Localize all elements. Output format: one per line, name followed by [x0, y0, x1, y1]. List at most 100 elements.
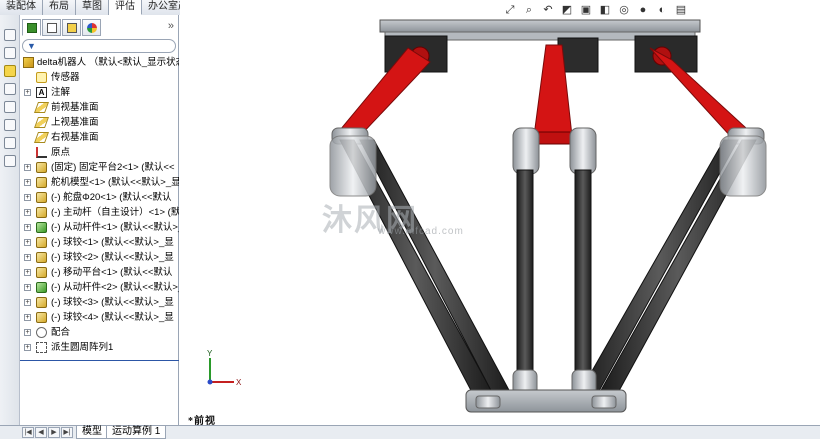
mate-icon [36, 327, 47, 338]
assembly-icon [23, 57, 34, 68]
triad-y-label: Y [207, 349, 213, 358]
tree-item-label: (-) 球铰<1> (默认<<默认>_显 [51, 237, 174, 248]
tree-item[interactable]: 上视基准面 [20, 115, 179, 130]
tab-model[interactable]: 模型 [76, 426, 108, 439]
tree-item-label: (-) 主动杆（自主设计）<1> (默 [51, 207, 179, 218]
view-palette-icon[interactable] [4, 101, 16, 113]
expand-toggle[interactable]: + [24, 344, 31, 351]
part-icon [36, 207, 47, 218]
expand-toggle[interactable]: + [24, 314, 31, 321]
tree-item[interactable]: 原点 [20, 145, 179, 160]
expand-toggle[interactable]: + [24, 239, 31, 246]
tree-item-label: 传感器 [51, 72, 80, 83]
part-green-icon [36, 222, 47, 233]
tree-item-label: (-) 球铰<4> (默认<<默认>_显 [51, 312, 174, 323]
part-icon [36, 312, 47, 323]
tree-item[interactable]: 右视基准面 [20, 130, 179, 145]
tree-item[interactable]: delta机器人 （默认<默认_显示状态 [20, 55, 179, 70]
tree-item-label: 舵机模型<1> (默认<<默认>_显 [51, 177, 179, 188]
appearances-icon[interactable] [4, 119, 16, 131]
forum-icon[interactable] [4, 155, 16, 167]
tree-item[interactable]: + (-) 从动杆件<1> (默认<<默认>_显 [20, 220, 179, 235]
expand-toggle[interactable]: + [24, 209, 31, 216]
triad-z-axis [207, 379, 213, 385]
rod-right-b [579, 139, 739, 401]
plane-icon [33, 102, 50, 113]
tab-motion-study[interactable]: 运动算例 1 [106, 426, 167, 439]
elbow-joint-center-a [512, 127, 540, 175]
expand-toggle[interactable]: + [24, 284, 31, 291]
tree-item[interactable]: + (-) 球铰<4> (默认<<默认>_显 [20, 310, 179, 325]
expand-toggle[interactable]: + [24, 269, 31, 276]
last-tab-icon[interactable]: ▶| [61, 427, 73, 438]
tree-item[interactable]: 传感器 [20, 70, 179, 85]
tree-item[interactable]: + (-) 主动杆（自主设计）<1> (默 [20, 205, 179, 220]
tree-item[interactable]: + 舵机模型<1> (默认<<默认>_显 [20, 175, 179, 190]
tree-item[interactable]: + 派生圆周阵列1 [20, 340, 179, 355]
resources-icon[interactable] [4, 29, 16, 41]
tree-item[interactable]: + (-) 球铰<3> (默认<<默认>_显 [20, 295, 179, 310]
expand-toggle[interactable]: + [24, 329, 31, 336]
expand-toggle[interactable]: + [24, 224, 31, 231]
elbow-joint-center-b [569, 127, 597, 175]
expand-toggle[interactable]: + [24, 89, 31, 96]
plane-icon [33, 117, 50, 128]
feature-manager-tab[interactable] [22, 19, 41, 36]
tree-item[interactable]: + (-) 移动平台<1> (默认<<默认 [20, 265, 179, 280]
tree-item-label: 原点 [51, 147, 71, 158]
tree-item-label: 派生圆周阵列1 [51, 342, 114, 353]
annotation-icon: A [36, 87, 47, 98]
tree-item[interactable]: + (固定) 固定平台2<1> (默认<< [20, 160, 179, 175]
tree-filter-input[interactable]: ▼ [22, 39, 176, 53]
first-tab-icon[interactable]: |◀ [22, 427, 34, 438]
custom-properties-icon[interactable] [4, 137, 16, 149]
part-icon [36, 267, 47, 278]
part-icon [36, 252, 47, 263]
search-icon[interactable] [4, 83, 16, 95]
rod-center-b [574, 169, 592, 381]
tree-item-label: (-) 球铰<3> (默认<<默认>_显 [51, 297, 174, 308]
tree-item-label: delta机器人 （默认<默认_显示状态 [37, 57, 179, 68]
tree-item[interactable]: + A 注解 [20, 85, 179, 100]
fixed-platform [379, 19, 701, 33]
part-icon [36, 297, 47, 308]
tree-item[interactable]: 前视基准面 [20, 100, 179, 115]
part-icon [36, 237, 47, 248]
command-tab[interactable]: 评估 [109, 0, 142, 15]
tree-item[interactable]: + (-) 球铰<2> (默认<<默认>_显 [20, 250, 179, 265]
bottom-tab-bar: |◀ ◀ ▶ ▶| 模型 运动算例 1 [0, 425, 820, 439]
configuration-manager-tab[interactable] [62, 19, 81, 36]
expand-toggle[interactable]: + [24, 254, 31, 261]
feature-manager-panel: » ▼ delta机器人 （默认<默认_显示状态 传感器 + A 注解 前视基准面 上视基准… [20, 15, 179, 425]
configuration-icon [66, 22, 77, 33]
expand-toggle[interactable]: + [24, 299, 31, 306]
next-tab-icon[interactable]: ▶ [48, 427, 60, 438]
command-tab[interactable]: 布局 [43, 0, 76, 15]
expand-toggle[interactable]: + [24, 194, 31, 201]
prev-tab-icon[interactable]: ◀ [35, 427, 47, 438]
command-tab[interactable]: 装配体 [0, 0, 43, 15]
expand-panel-icon[interactable]: » [168, 20, 174, 32]
rod-center-a [516, 169, 534, 381]
watermark-url: www.mfcad.com [378, 226, 464, 237]
coordinate-triad: Y X [207, 349, 242, 387]
tree-item[interactable]: + 配合 [20, 325, 179, 340]
tree-item[interactable]: + (-) 从动杆件<2> (默认<<默认>_显 [20, 280, 179, 295]
panel-splitter[interactable] [20, 360, 179, 361]
expand-toggle[interactable]: + [24, 164, 31, 171]
tree-item[interactable]: + (-) 舵盘Φ20<1> (默认<<默认 [20, 190, 179, 205]
tree-item[interactable]: + (-) 球铰<1> (默认<<默认>_显 [20, 235, 179, 250]
tree-item-label: (-) 舵盘Φ20<1> (默认<<默认 [51, 192, 172, 203]
file-explorer-icon[interactable] [4, 65, 16, 77]
display-manager-tab[interactable] [82, 19, 101, 36]
part-icon [36, 162, 47, 173]
tree-item-label: (-) 球铰<2> (默认<<默认>_显 [51, 252, 174, 263]
design-library-icon[interactable] [4, 47, 16, 59]
graphics-area[interactable]: ⤢ ⌕ ↶ ◩ ▣ ◧ ◎ ● ◐ ▤ Y X 沐风网 www.mfcad.co… [180, 0, 820, 425]
expand-toggle[interactable]: + [24, 179, 31, 186]
tree-item-label: (-) 从动杆件<2> (默认<<默认>_显 [51, 282, 179, 293]
filter-icon: ▼ [27, 41, 36, 51]
property-manager-tab[interactable] [42, 19, 61, 36]
tree-item-label: (-) 从动杆件<1> (默认<<默认>_显 [51, 222, 179, 233]
command-tab[interactable]: 草图 [76, 0, 109, 15]
